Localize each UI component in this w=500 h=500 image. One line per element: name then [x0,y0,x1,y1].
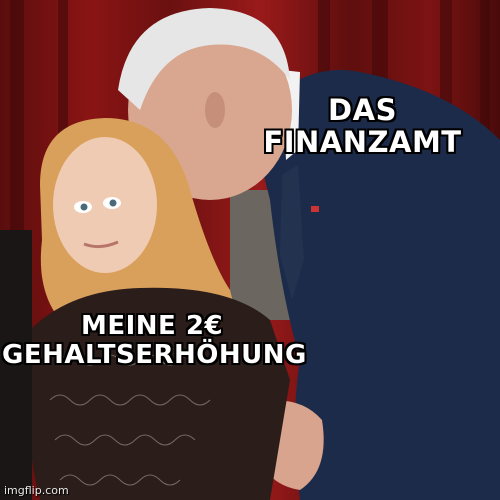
top-caption-line-2: FINANZAMT [263,125,462,160]
imgflip-watermark: imgflip.com [4,484,69,497]
girl-pupil-left [80,203,88,211]
man-ear [205,92,225,128]
bottom-caption-line-1: MEINE 2€ [80,311,224,341]
top-caption-line-1: DAS [328,93,397,127]
meme-image: DAS FINANZAMT MEINE 2€ GEHALTSERHÖHUNG i… [0,0,500,500]
flag-pin [311,206,319,212]
bottom-caption-line-2: GEHALTSERHÖHUNG [2,340,307,371]
top-caption: DAS FINANZAMT [255,94,470,159]
bottom-caption: MEINE 2€ GEHALTSERHÖHUNG [2,311,307,371]
photo-illustration [0,0,500,500]
girl-pupil-right [109,199,117,207]
